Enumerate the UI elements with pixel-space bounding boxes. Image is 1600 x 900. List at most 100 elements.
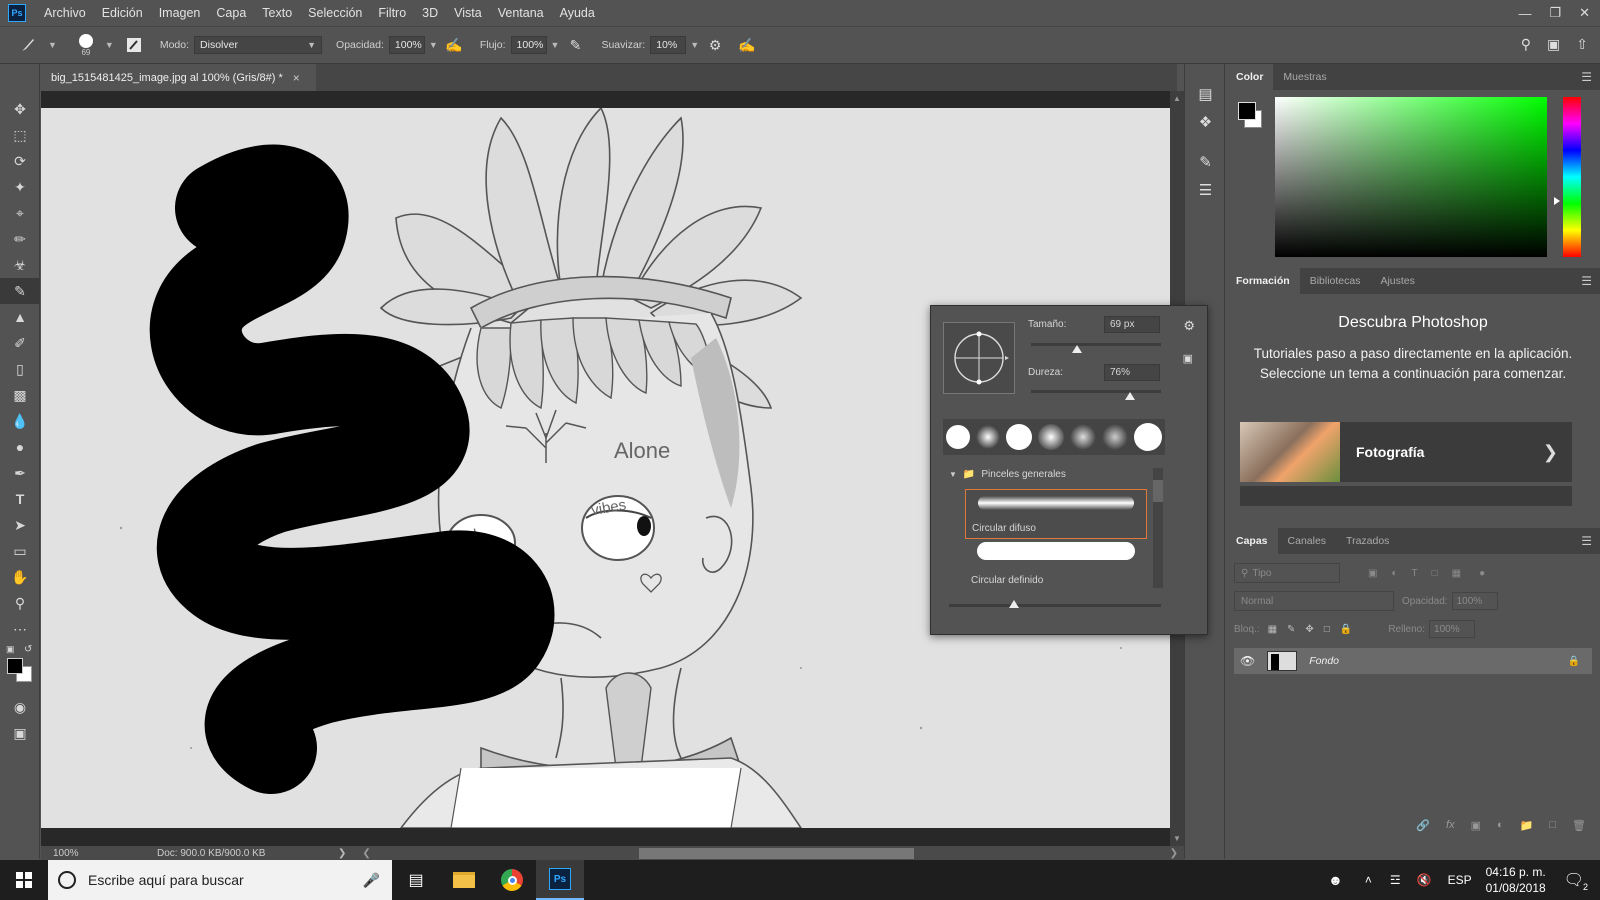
pen-tool-icon[interactable]: ✒ xyxy=(0,460,40,486)
quick-select-tool-icon[interactable]: ✦ xyxy=(0,174,40,200)
restore-icon[interactable]: ❐ xyxy=(1549,5,1561,21)
close-tab-icon[interactable]: × xyxy=(293,71,300,85)
crop-tool-icon[interactable]: ⌖ xyxy=(0,200,40,226)
chevron-down-icon[interactable]: ▼ xyxy=(551,40,560,50)
horizontal-scrollbar-thumb[interactable] xyxy=(638,847,914,859)
lock-artboard-icon[interactable]: □ xyxy=(1324,624,1330,635)
recent-brush-1[interactable] xyxy=(946,425,970,449)
eraser-tool-icon[interactable]: ▯ xyxy=(0,356,40,382)
brush-tool-icon[interactable]: ✎ xyxy=(0,278,40,304)
panel-menu-icon[interactable]: ☰ xyxy=(1581,274,1592,288)
people-icon[interactable]: ☻ xyxy=(1328,872,1343,888)
recent-brush-5[interactable] xyxy=(1070,424,1096,450)
tab-formacion[interactable]: Formación xyxy=(1226,268,1300,294)
filter-smart-icon[interactable]: ▦ xyxy=(1452,568,1461,579)
blend-mode-select[interactable]: Normal xyxy=(1234,591,1394,611)
document-tab[interactable]: big_1515481425_image.jpg al 100% (Gris/8… xyxy=(41,64,316,91)
path-select-tool-icon[interactable]: ➤ xyxy=(0,512,40,538)
gear-icon[interactable]: ⚙ xyxy=(1183,318,1195,334)
chevron-down-icon[interactable]: ▼ xyxy=(429,40,438,50)
menu-capa[interactable]: Capa xyxy=(208,6,254,20)
recent-brush-3[interactable] xyxy=(1006,424,1032,450)
new-group-icon[interactable]: 📁 xyxy=(1520,819,1534,832)
panel-menu-icon[interactable]: ☰ xyxy=(1581,70,1592,84)
move-tool-icon[interactable]: ✥ xyxy=(0,96,40,122)
filter-shape-icon[interactable]: □ xyxy=(1432,568,1438,579)
photoshop-logo[interactable]: Ps xyxy=(8,4,26,22)
gear-icon[interactable]: ⚙ xyxy=(705,35,725,55)
type-tool-icon[interactable]: T xyxy=(0,486,40,512)
layer-opacity-input[interactable]: 100% xyxy=(1451,592,1498,610)
chrome-icon[interactable] xyxy=(488,860,536,900)
menu-3d[interactable]: 3D xyxy=(414,6,446,20)
history-panel-icon[interactable]: ▤ xyxy=(1185,80,1226,108)
menu-imagen[interactable]: Imagen xyxy=(151,6,209,20)
start-button[interactable] xyxy=(0,860,48,900)
airbrush-icon[interactable]: ✎ xyxy=(565,35,585,55)
brush-item-circular-definido[interactable]: Circular definido xyxy=(965,542,1147,588)
tab-bibliotecas[interactable]: Bibliotecas xyxy=(1300,268,1371,294)
menu-vista[interactable]: Vista xyxy=(446,6,490,20)
scroll-up-icon[interactable]: ▲ xyxy=(1170,94,1184,103)
filter-toggle-icon[interactable]: ● xyxy=(1479,568,1485,579)
preview-size-slider[interactable] xyxy=(949,600,1161,608)
brush-settings-toggle-icon[interactable] xyxy=(124,35,144,55)
hue-slider[interactable] xyxy=(1563,97,1581,257)
menu-seleccion[interactable]: Selección xyxy=(300,6,370,20)
default-colors-icon[interactable]: ▣ xyxy=(6,644,15,655)
hardness-slider-thumb[interactable] xyxy=(1124,392,1135,400)
scroll-right-icon[interactable]: ❯ xyxy=(1170,848,1178,859)
history-brush-tool-icon[interactable]: ✐ xyxy=(0,330,40,356)
file-explorer-icon[interactable] xyxy=(440,860,488,900)
menu-ventana[interactable]: Ventana xyxy=(490,6,552,20)
smooth-input[interactable]: 10% xyxy=(650,36,687,54)
layer-name[interactable]: Fondo xyxy=(1309,655,1339,667)
filter-type-icon[interactable]: T xyxy=(1412,568,1418,579)
brush-size-preview[interactable]: 69 xyxy=(71,28,101,62)
foreground-color-chip[interactable] xyxy=(1238,102,1256,120)
panel-menu-icon[interactable]: ☰ xyxy=(1581,534,1592,548)
link-layers-icon[interactable]: 🔗 xyxy=(1416,819,1430,832)
brush-folder-row[interactable]: ▼ 📁 Pinceles generales xyxy=(943,464,1151,484)
fill-input[interactable]: 100% xyxy=(1429,620,1476,638)
task-view-icon[interactable]: ▤ xyxy=(392,860,440,900)
menu-ayuda[interactable]: Ayuda xyxy=(552,6,603,20)
scroll-down-icon[interactable]: ▼ xyxy=(1170,834,1184,843)
layer-filter-select[interactable]: ⚲ Tipo xyxy=(1234,563,1340,583)
share-icon[interactable]: ⇧ xyxy=(1576,36,1588,53)
size-input[interactable]: 69 px xyxy=(1104,316,1160,333)
network-icon[interactable]: ☲ xyxy=(1390,873,1401,887)
filter-adjust-icon[interactable]: ◐ xyxy=(1391,568,1397,579)
lock-transparency-icon[interactable]: ▦ xyxy=(1268,624,1277,635)
brush-panel-icon[interactable]: ✎ xyxy=(1185,148,1226,176)
tab-canales[interactable]: Canales xyxy=(1278,528,1337,554)
brush-tool-preset-icon[interactable] xyxy=(18,35,38,55)
menu-archivo[interactable]: Archivo xyxy=(36,6,94,20)
lasso-tool-icon[interactable]: ⟳ xyxy=(0,148,40,174)
swap-colors-icon[interactable]: ↺ xyxy=(24,644,32,655)
recent-brush-4[interactable] xyxy=(1038,424,1064,450)
chevron-down-icon[interactable]: ▼ xyxy=(690,40,699,50)
opacity-input[interactable]: 100% xyxy=(388,36,425,54)
foreground-color-swatch[interactable] xyxy=(7,658,23,674)
hardness-slider[interactable] xyxy=(1031,390,1161,400)
quick-mask-icon[interactable]: ◉ xyxy=(0,694,40,720)
new-preset-icon[interactable]: ▣ xyxy=(1183,352,1193,365)
filter-pixel-icon[interactable]: ▣ xyxy=(1368,568,1377,579)
taskbar-search[interactable]: Escribe aquí para buscar 🎤 xyxy=(48,860,392,900)
hue-slider-marker[interactable] xyxy=(1554,197,1560,205)
blur-tool-icon[interactable]: 💧 xyxy=(0,408,40,434)
preview-size-thumb[interactable] xyxy=(1009,600,1019,608)
new-layer-icon[interactable]: □ xyxy=(1549,819,1556,831)
brush-list-scrollbar[interactable] xyxy=(1153,468,1163,588)
photoshop-taskbar-icon[interactable]: Ps xyxy=(536,860,584,900)
tab-ajustes[interactable]: Ajustes xyxy=(1370,268,1424,294)
chevron-down-icon[interactable]: ▼ xyxy=(105,40,114,50)
lock-all-icon[interactable]: 🔒 xyxy=(1340,624,1352,635)
recent-brush-7[interactable] xyxy=(1134,423,1162,451)
size-slider[interactable] xyxy=(1031,343,1161,353)
minimize-icon[interactable]: — xyxy=(1518,6,1531,21)
menu-edicion[interactable]: Edición xyxy=(94,6,151,20)
workspace-icon[interactable]: ▣ xyxy=(1547,36,1560,53)
healing-brush-tool-icon[interactable]: ☣ xyxy=(0,252,40,278)
